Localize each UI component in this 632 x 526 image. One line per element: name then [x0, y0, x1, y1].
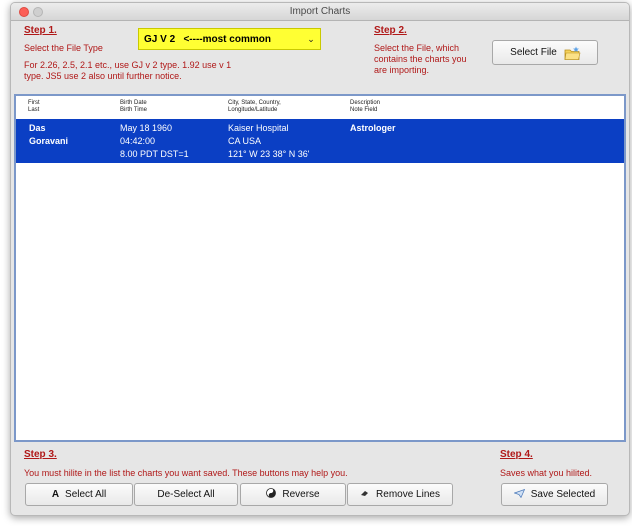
file-type-value: GJ V 2 <----most common — [144, 34, 271, 45]
header-location: City, State, Country, Longitude/Latitude — [228, 100, 281, 114]
step1-help-line2: type. JS5 use 2 also until further notic… — [24, 71, 182, 81]
deselect-all-label: De-Select All — [157, 489, 215, 500]
step2-line3: are importing. — [374, 65, 430, 75]
list-header: First Last Birth Date Birth Time City, S… — [16, 96, 624, 118]
text-a-icon: A — [51, 489, 60, 500]
remove-lines-label: Remove Lines — [376, 489, 440, 500]
header-note: Note Field — [350, 107, 378, 113]
reverse-button[interactable]: Reverse — [240, 483, 346, 506]
step1-help-line1: For 2.26, 2.5, 2.1 etc., use GJ v 2 type… — [24, 60, 232, 70]
table-row[interactable]: Das Goravani May 18 1960 04:42:00 8.00 P… — [16, 119, 624, 163]
header-name: First Last — [28, 100, 40, 114]
header-birth-date: Birth Date — [120, 100, 147, 106]
row-zone: 8.00 PDT DST=1 — [120, 149, 189, 159]
row-last: Goravani — [29, 136, 69, 146]
reverse-label: Reverse — [282, 489, 320, 500]
chevron-down-icon: ⌄ — [307, 34, 315, 44]
folder-sparkle-icon — [564, 46, 581, 60]
deselect-all-button[interactable]: De-Select All — [134, 483, 238, 506]
header-desc: Description — [350, 100, 381, 106]
row-city: Kaiser Hospital — [228, 123, 289, 133]
select-file-button[interactable]: Select File — [492, 40, 598, 65]
import-charts-window: Import Charts Step 1. Select the File Ty… — [10, 2, 630, 516]
title-bar: Import Charts — [11, 3, 629, 21]
step2-line1: Select the File, which — [374, 43, 460, 53]
step4-instruction: Saves what you hilited. — [500, 468, 593, 478]
eraser-icon — [360, 489, 370, 500]
step1-instruction: Select the File Type — [24, 43, 103, 53]
step3-title: Step 3. — [24, 449, 57, 460]
row-state-country: CA USA — [228, 136, 262, 146]
step1-title: Step 1. — [24, 25, 57, 36]
chart-list[interactable]: First Last Birth Date Birth Time City, S… — [14, 94, 626, 442]
save-selected-button[interactable]: Save Selected — [501, 483, 608, 506]
step2-line2: contains the charts you — [374, 54, 467, 64]
paper-plane-icon — [513, 488, 525, 501]
save-selected-label: Save Selected — [530, 489, 596, 500]
header-coords: Longitude/Latitude — [228, 107, 278, 113]
row-birth-time: 04:42:00 — [120, 136, 156, 146]
select-all-button[interactable]: A Select All — [25, 483, 133, 506]
step4-title: Step 4. — [500, 449, 533, 460]
row-first: Das — [29, 123, 46, 133]
header-description: Description Note Field — [350, 100, 380, 114]
header-birth-time: Birth Time — [120, 107, 148, 113]
row-description: Astrologer — [350, 123, 396, 133]
row-coords: 121° W 23 38° N 36' — [228, 149, 310, 159]
step3-instruction: You must hilite in the list the charts y… — [24, 468, 348, 478]
header-city: City, State, Country, — [228, 100, 281, 106]
window-title: Import Charts — [289, 6, 351, 17]
file-type-select[interactable]: GJ V 2 <----most common ⌄ — [138, 28, 321, 50]
remove-lines-button[interactable]: Remove Lines — [347, 483, 453, 506]
yin-yang-icon — [266, 488, 277, 501]
header-first: First — [28, 100, 40, 106]
select-all-label: Select All — [65, 489, 107, 500]
header-last: Last — [28, 107, 40, 113]
header-birth: Birth Date Birth Time — [120, 100, 147, 114]
step2-title: Step 2. — [374, 25, 407, 36]
select-file-label: Select File — [510, 47, 557, 58]
row-birth-date: May 18 1960 — [120, 123, 173, 133]
